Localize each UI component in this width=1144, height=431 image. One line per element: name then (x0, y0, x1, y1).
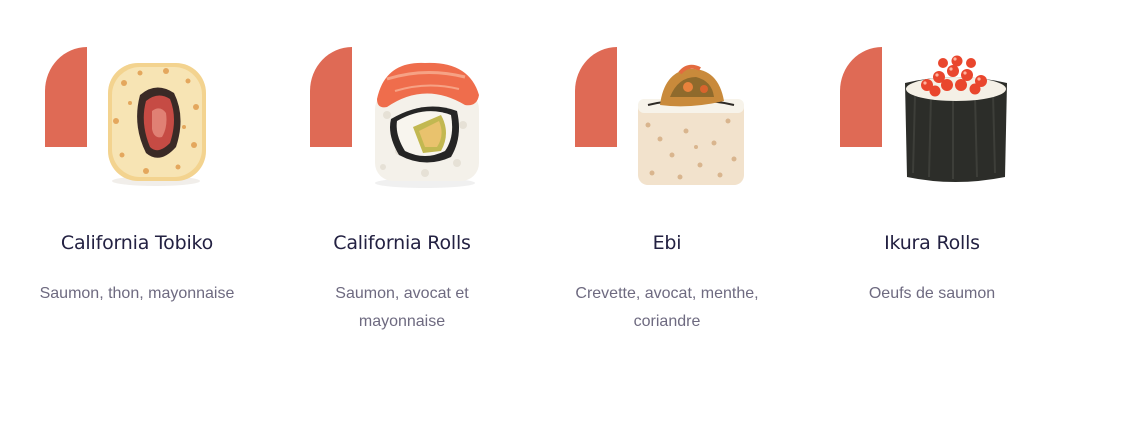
item-name: Ikura Rolls (884, 232, 980, 254)
menu-card[interactable]: California Rolls Saumon, avocat et mayon… (265, 0, 530, 431)
item-name: California Tobiko (60, 232, 214, 254)
menu-card[interactable]: California Tobiko Saumon, thon, mayonnai… (0, 0, 265, 431)
item-name: California Rolls (333, 232, 471, 254)
item-description: Saumon, avocat et mayonnaise (335, 285, 469, 330)
accent-shape (310, 47, 352, 147)
menu-card[interactable]: Ikura Rolls Oeufs de saumon (795, 0, 1060, 431)
menu-grid: California Tobiko Saumon, thon, mayonnai… (0, 0, 1144, 431)
item-description: Saumon, thon, mayonnaise (39, 285, 235, 302)
accent-shape (45, 47, 87, 147)
item-name: Ebi (652, 232, 682, 254)
sushi-california-tobiko-image (100, 55, 220, 190)
sushi-california-rolls-image (365, 55, 485, 190)
menu-card[interactable]: Ebi Crevette, avocat, menthe, coriandre (530, 0, 795, 431)
sushi-ebi-image (630, 55, 750, 190)
sushi-ikura-rolls-image (895, 55, 1015, 190)
accent-shape (575, 47, 617, 147)
item-description: Crevette, avocat, menthe, coriandre (575, 285, 759, 330)
accent-shape (840, 47, 882, 147)
item-description: Oeufs de saumon (868, 285, 996, 302)
